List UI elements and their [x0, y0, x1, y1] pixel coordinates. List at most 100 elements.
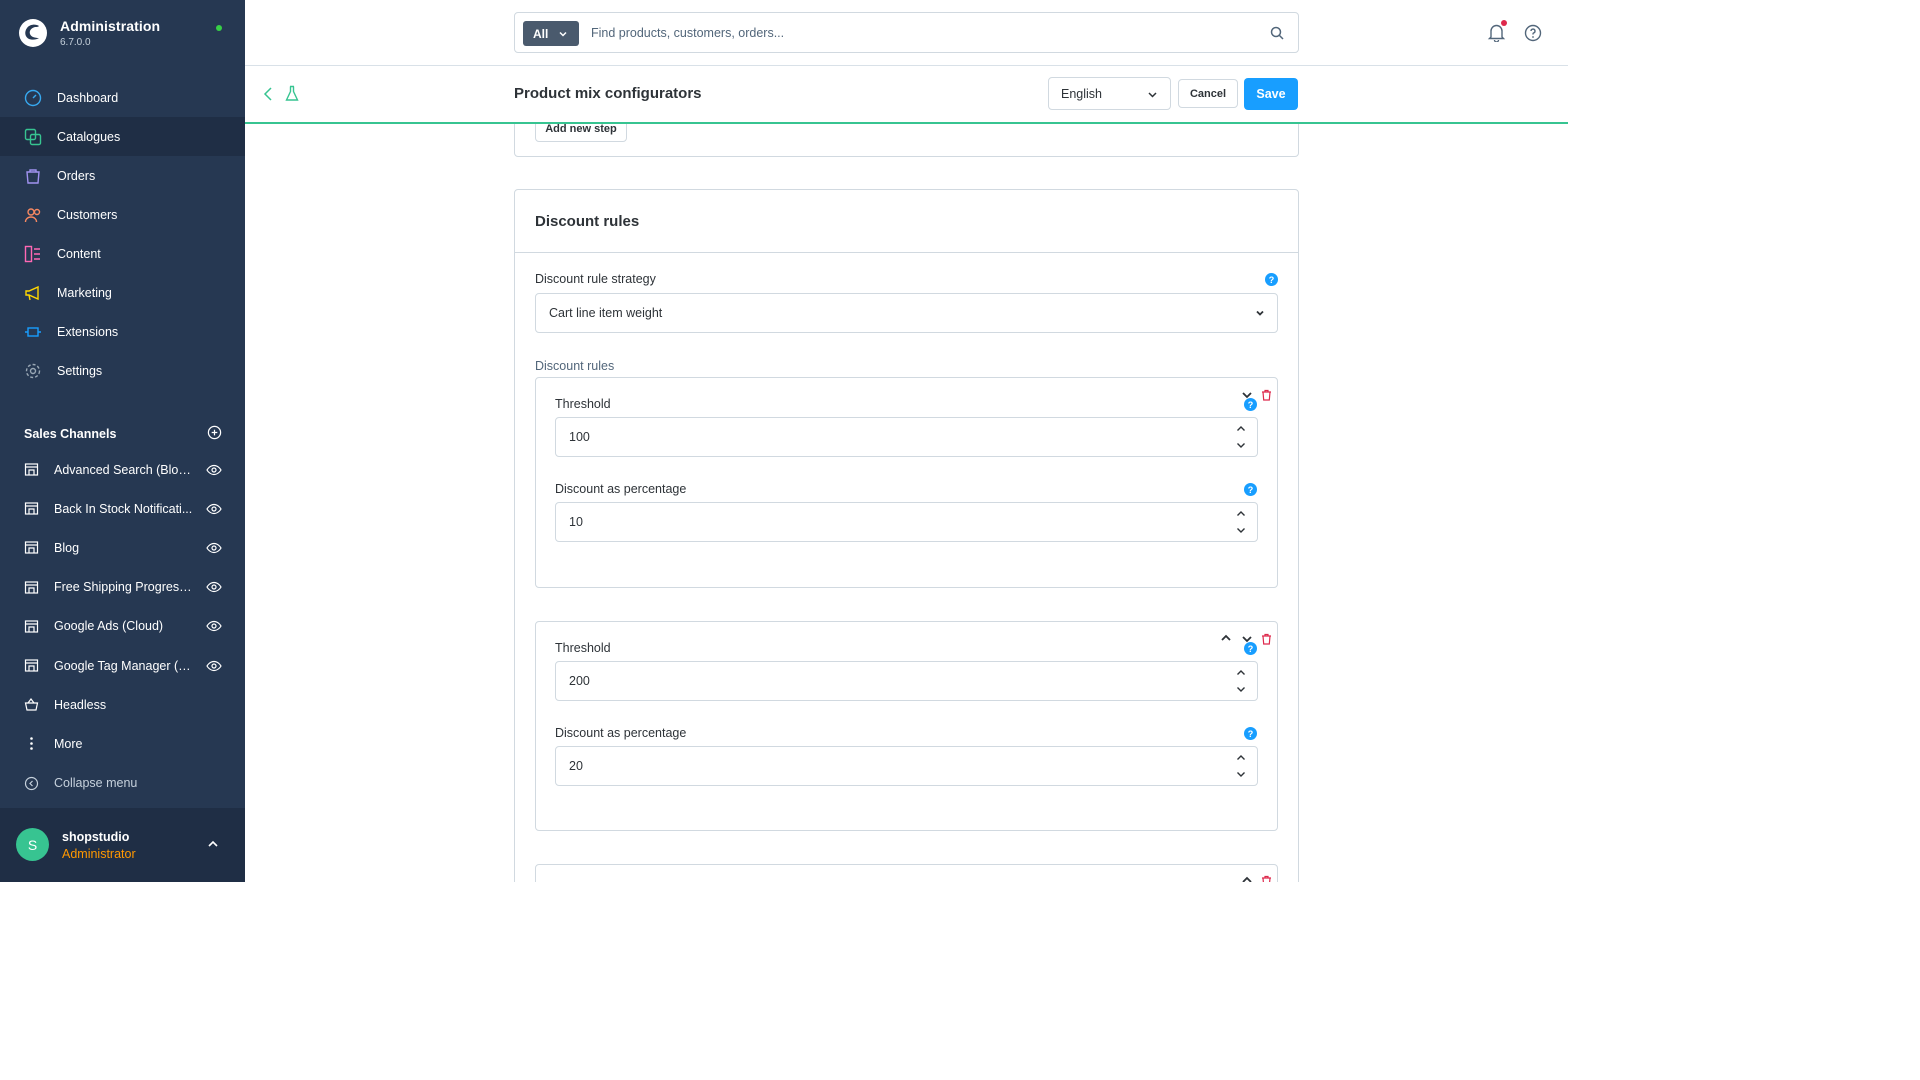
chevron-up-icon[interactable] [1219, 631, 1233, 645]
help-tooltip-icon[interactable]: ? [1244, 483, 1257, 496]
chevron-up-icon[interactable] [1235, 752, 1247, 764]
sales-channel-item[interactable]: Google Tag Manager (C... [0, 646, 245, 685]
number-stepper[interactable] [1235, 423, 1247, 451]
sales-channel-item[interactable]: Advanced Search (Blog ... [0, 450, 245, 489]
sales-channel-label: Free Shipping Progress ... [54, 580, 196, 595]
user-menu[interactable]: S shopstudio Administrator [0, 808, 245, 882]
storefront-icon [24, 540, 39, 555]
trash-icon[interactable] [1261, 389, 1272, 401]
nav-item-dashboard[interactable]: Dashboard [0, 78, 245, 117]
trash-icon[interactable] [1261, 633, 1272, 645]
back-arrow-icon[interactable] [261, 86, 275, 102]
cancel-button[interactable]: Cancel [1178, 79, 1238, 108]
search-type-select[interactable]: All [523, 21, 579, 46]
nav-item-label: Customers [57, 207, 118, 222]
threshold-label: Threshold [555, 397, 611, 411]
storefront-icon [24, 462, 39, 477]
add-new-step-button[interactable]: Add new step [535, 124, 627, 142]
storefront-icon [24, 658, 39, 673]
nav-item-catalogues[interactable]: Catalogues [0, 117, 245, 156]
headless-basket-icon [24, 697, 39, 712]
eye-icon[interactable] [206, 462, 222, 478]
app-title: Administration [60, 18, 161, 34]
sales-channel-item[interactable]: Headless [0, 685, 245, 724]
chevron-down-icon [558, 29, 568, 39]
chevron-down-icon [1255, 308, 1265, 318]
eye-icon[interactable] [206, 579, 222, 595]
chevron-down-icon[interactable] [1235, 683, 1247, 695]
search-icon[interactable] [1270, 26, 1284, 40]
threshold-value: 100 [569, 430, 590, 444]
strategy-value: Cart line item weight [549, 306, 663, 320]
help-tooltip-icon[interactable]: ? [1244, 642, 1257, 655]
eye-icon[interactable] [206, 540, 222, 556]
help-icon[interactable] [1524, 24, 1542, 42]
main-content: Add new step Discount rules Discount rul… [245, 124, 1568, 882]
nav-item-extensions[interactable]: Extensions [0, 312, 245, 351]
nav-item-settings[interactable]: Settings [0, 351, 245, 390]
strategy-select[interactable]: Cart line item weight [535, 293, 1278, 333]
discount-rule: Threshold ? 200 Discount as percentage ?… [535, 621, 1278, 831]
number-stepper[interactable] [1235, 667, 1247, 695]
percentage-label: Discount as percentage [555, 726, 687, 740]
threshold-input[interactable]: 200 [555, 661, 1258, 701]
eye-icon[interactable] [206, 618, 222, 634]
main-nav: Dashboard Catalogues Orders Customers Co… [0, 78, 245, 390]
nav-item-orders[interactable]: Orders [0, 156, 245, 195]
marketing-icon [24, 284, 42, 302]
notification-badge [1501, 20, 1507, 26]
more-label: More [54, 736, 83, 751]
brand[interactable]: Administration 6.7.0.0 [18, 18, 160, 48]
help-tooltip-icon[interactable]: ? [1244, 398, 1257, 411]
search-input[interactable] [591, 13, 1251, 52]
percentage-value: 20 [569, 759, 583, 773]
status-indicator [216, 25, 222, 31]
sales-channel-item[interactable]: Blog [0, 528, 245, 567]
chevron-up-icon[interactable] [207, 838, 219, 850]
help-tooltip-icon[interactable]: ? [1244, 727, 1257, 740]
eye-icon[interactable] [206, 658, 222, 674]
chevron-down-icon[interactable] [1235, 768, 1247, 780]
storefront-icon [24, 580, 39, 595]
number-stepper[interactable] [1235, 508, 1247, 536]
number-stepper[interactable] [1235, 752, 1247, 780]
save-button[interactable]: Save [1244, 78, 1298, 110]
search-type-label: All [533, 26, 549, 41]
top-bar: All [245, 0, 1568, 66]
chevron-down-icon[interactable] [1235, 524, 1247, 536]
flask-icon [285, 85, 299, 102]
nav-item-marketing[interactable]: Marketing [0, 273, 245, 312]
threshold-value: 200 [569, 674, 590, 688]
collapse-icon [24, 776, 39, 791]
sales-channel-label: Google Ads (Cloud) [54, 619, 164, 634]
language-select[interactable]: English [1048, 77, 1171, 110]
sales-channel-label: Advanced Search (Blog ... [54, 462, 196, 477]
chevron-up-icon[interactable] [1235, 508, 1247, 520]
sales-channels-title: Sales Channels [24, 427, 117, 441]
sales-channel-item[interactable]: Back In Stock Notificati... [0, 489, 245, 528]
threshold-input[interactable]: 100 [555, 417, 1258, 457]
eye-icon[interactable] [206, 501, 222, 517]
help-tooltip-icon[interactable]: ? [1265, 273, 1278, 286]
more-sales-channels[interactable]: More [0, 724, 245, 763]
nav-item-label: Dashboard [57, 90, 119, 105]
sales-channel-item[interactable]: Google Ads (Cloud) [0, 607, 245, 646]
chevron-up-icon[interactable] [1240, 873, 1254, 882]
nav-item-label: Marketing [57, 285, 112, 300]
sales-channel-item[interactable]: Free Shipping Progress ... [0, 568, 245, 607]
collapse-menu-label: Collapse menu [54, 776, 138, 791]
nav-item-content[interactable]: Content [0, 234, 245, 273]
add-sales-channel-icon[interactable] [207, 425, 222, 443]
chevron-up-icon[interactable] [1235, 667, 1247, 679]
chevron-up-icon[interactable] [1235, 423, 1247, 435]
collapse-menu[interactable]: Collapse menu [0, 764, 245, 803]
orders-icon [24, 167, 42, 185]
chevron-down-icon[interactable] [1235, 439, 1247, 451]
strategy-label: Discount rule strategy [535, 272, 656, 286]
percentage-input[interactable]: 10 [555, 502, 1258, 542]
nav-item-customers[interactable]: Customers [0, 195, 245, 234]
percentage-input[interactable]: 20 [555, 746, 1258, 786]
storefront-icon [24, 501, 39, 516]
percentage-label: Discount as percentage [555, 482, 687, 496]
trash-icon[interactable] [1261, 875, 1272, 882]
